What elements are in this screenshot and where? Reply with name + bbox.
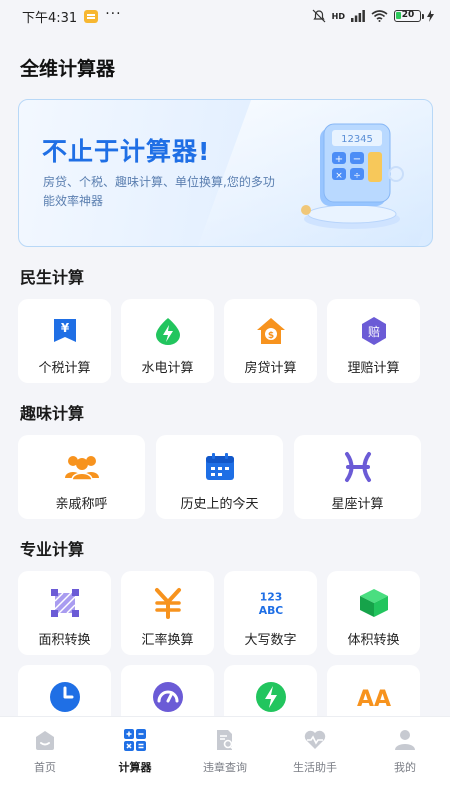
document-search-icon	[212, 727, 238, 753]
tool-label: 历史上的今天	[180, 497, 259, 512]
speedometer-icon	[150, 679, 186, 715]
yen-icon	[150, 585, 186, 621]
tool-label: 汇率换算	[141, 633, 194, 648]
tab-label: 我的	[394, 761, 416, 774]
cube-icon	[356, 585, 392, 621]
section-title-fun: 趣味计算	[20, 404, 85, 423]
wifi-icon	[371, 10, 388, 22]
tab-label: 计算器	[118, 761, 152, 774]
status-bar: 下午4:31 ··· HD 20	[0, 0, 450, 32]
svg-text:AA: AA	[356, 687, 390, 712]
tool-label: 房贷计算	[244, 361, 297, 376]
claim-badge-icon: 赔	[356, 313, 392, 349]
tool-label: 体积转换	[347, 633, 400, 648]
tool-label: 个税计算	[38, 361, 91, 376]
page-title: 全维计算器	[20, 58, 116, 80]
battery-icon: 20	[394, 10, 424, 22]
signal-icon	[351, 10, 365, 22]
network-type-label: HD	[331, 11, 345, 21]
home-icon	[32, 727, 58, 753]
battery-level: 20	[401, 10, 415, 20]
tool-tax[interactable]: ¥ 个税计算	[18, 299, 111, 383]
banner-subtitle: 房贷、个税、趣味计算、单位换算,您的多功能效率神器	[43, 175, 275, 208]
tool-label: 面积转换	[38, 633, 91, 648]
tab-violation-query[interactable]: 违章查询	[180, 717, 270, 800]
tool-zodiac[interactable]: 星座计算	[294, 435, 421, 519]
charging-icon	[427, 10, 434, 22]
pisces-icon	[340, 449, 376, 485]
svg-text:123: 123	[259, 590, 282, 603]
banner-title: 不止于计算器!	[42, 137, 211, 166]
tool-label: 大写数字	[244, 633, 297, 648]
tab-label: 生活助手	[293, 761, 337, 774]
svg-text:+: +	[335, 154, 343, 165]
tab-label: 首页	[34, 761, 56, 774]
svg-text:×: ×	[335, 171, 343, 181]
tool-utilities[interactable]: 水电计算	[121, 299, 214, 383]
tab-calculator[interactable]: 计算器	[90, 717, 180, 800]
user-icon	[392, 727, 418, 753]
mute-icon	[312, 9, 326, 23]
tool-exchange[interactable]: 汇率换算	[121, 571, 214, 655]
house-dollar-icon: $	[253, 313, 289, 349]
clock-icon	[47, 679, 83, 715]
yen-bookmark-icon: ¥	[47, 313, 83, 349]
tool-history-today[interactable]: 历史上的今天	[156, 435, 283, 519]
svg-text:$: $	[267, 331, 273, 341]
water-drop-lightning-icon	[150, 313, 186, 349]
calculator-icon	[122, 727, 148, 753]
tab-life-assistant[interactable]: 生活助手	[270, 717, 360, 800]
message-app-icon	[84, 9, 99, 23]
more-notifications-icon: ···	[105, 6, 122, 22]
section-title-livelihood: 民生计算	[20, 268, 85, 287]
tool-uppercase-number[interactable]: 123 ABC 大写数字	[224, 571, 317, 655]
123-abc-icon: 123 ABC	[253, 585, 289, 621]
tool-area[interactable]: 面积转换	[18, 571, 111, 655]
calculator-display: 12345	[341, 134, 373, 145]
tab-mine[interactable]: 我的	[360, 717, 450, 800]
heart-pulse-icon	[302, 727, 328, 753]
tab-label: 违章查询	[203, 761, 247, 774]
font-size-icon: AA	[356, 679, 392, 715]
tool-label: 水电计算	[141, 361, 194, 376]
tool-label: 亲戚称呼	[55, 497, 108, 512]
tool-mortgage[interactable]: $ 房贷计算	[224, 299, 317, 383]
tool-label: 星座计算	[331, 497, 384, 512]
calculator-illustration-icon: 12345 + − × ÷	[301, 123, 404, 229]
bottom-tab-bar: 首页 计算器 违章查询 生活助手 我的	[0, 716, 450, 800]
status-time: 下午4:31	[22, 10, 78, 26]
lightning-icon	[253, 679, 289, 715]
svg-text:¥: ¥	[60, 321, 69, 335]
section-title-professional: 专业计算	[20, 540, 85, 559]
promo-banner[interactable]: 不止于计算器! 房贷、个税、趣味计算、单位换算,您的多功能效率神器 12345 …	[18, 99, 433, 247]
tool-label: 理赔计算	[347, 361, 400, 376]
svg-text:ABC: ABC	[258, 604, 283, 617]
area-icon	[47, 585, 83, 621]
family-icon	[64, 449, 100, 485]
svg-text:赔: 赔	[367, 324, 379, 339]
tab-home[interactable]: 首页	[0, 717, 90, 800]
calendar-icon	[202, 449, 238, 485]
svg-text:÷: ÷	[353, 171, 361, 181]
tool-relatives[interactable]: 亲戚称呼	[18, 435, 145, 519]
svg-text:−: −	[353, 154, 361, 165]
tool-claim[interactable]: 赔 理赔计算	[327, 299, 420, 383]
tool-volume[interactable]: 体积转换	[327, 571, 420, 655]
